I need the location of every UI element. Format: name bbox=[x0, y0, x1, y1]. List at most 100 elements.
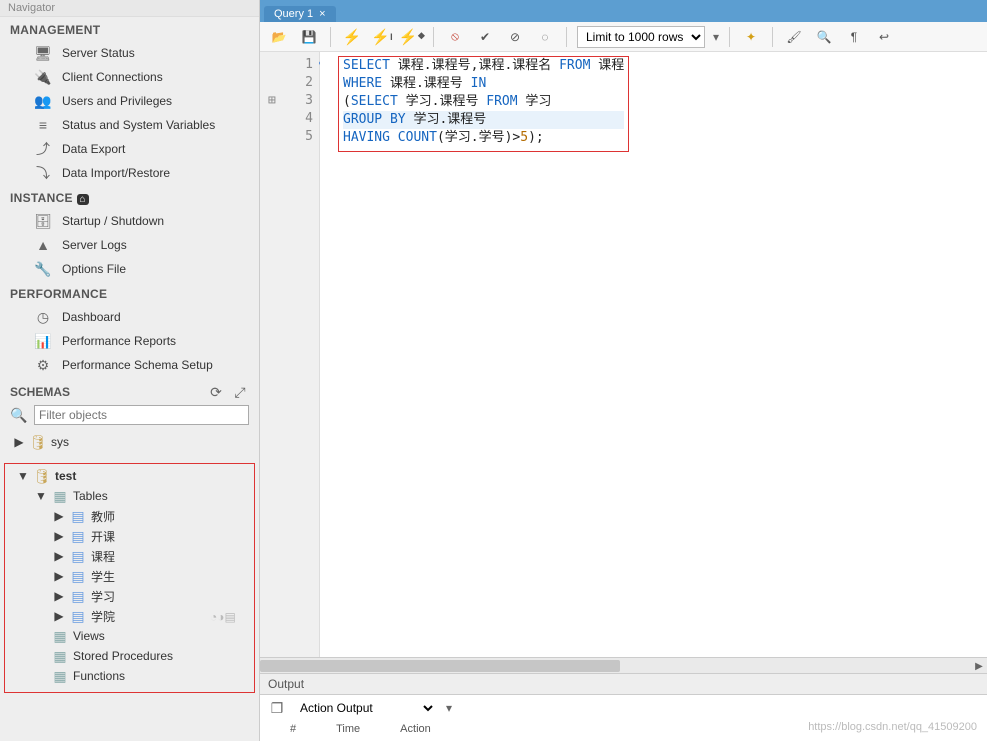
procedures-icon: ▦ bbox=[51, 647, 69, 665]
expander-icon[interactable]: ▶ bbox=[53, 569, 65, 583]
save-file-button[interactable]: 💾 bbox=[298, 26, 320, 48]
wrap-button[interactable]: ↩ bbox=[873, 26, 895, 48]
nav-label: Performance Reports bbox=[62, 334, 176, 348]
nav-startup-shutdown[interactable]: 🗄 Startup / Shutdown bbox=[8, 209, 259, 233]
functions-folder[interactable]: ▦Functions bbox=[31, 666, 246, 686]
output-mode-icon[interactable]: ❐ bbox=[268, 699, 286, 717]
close-icon[interactable]: × bbox=[319, 8, 325, 20]
nav-server-status[interactable]: 🖥Server Status bbox=[8, 41, 259, 65]
table-icon: ▤ bbox=[69, 527, 87, 545]
query-tab[interactable]: Query 1 × bbox=[264, 6, 336, 22]
nav-status-variables[interactable]: ≡Status and System Variables bbox=[8, 113, 259, 137]
expander-icon[interactable]: ▶ bbox=[53, 529, 65, 543]
separator bbox=[330, 27, 331, 47]
editor-toolbar: 📂 💾 ⚡ ⚡I ⚡❖ ⦸ ✔ ⊘ ◌ Limit to 1000 rows ▾… bbox=[260, 22, 987, 52]
separator bbox=[729, 27, 730, 47]
tree-label: 学习 bbox=[91, 588, 115, 605]
refresh-icon[interactable]: ⟳ bbox=[207, 383, 225, 401]
separator bbox=[772, 27, 773, 47]
logs-icon: ▲ bbox=[34, 236, 52, 254]
tree-label: 学生 bbox=[91, 568, 115, 585]
expander-icon[interactable]: ▶ bbox=[53, 609, 65, 623]
scroll-right-icon[interactable]: ▶ bbox=[971, 658, 987, 674]
expander-icon[interactable]: ▶ bbox=[53, 549, 65, 563]
table-item[interactable]: ▶▤学生 bbox=[49, 566, 246, 586]
nav-label: Users and Privileges bbox=[62, 94, 172, 108]
table-item[interactable]: ▶▤开课 bbox=[49, 526, 246, 546]
tree-label: test bbox=[55, 469, 76, 483]
commit-button[interactable]: ✔ bbox=[474, 26, 496, 48]
table-item[interactable]: ▶▤课程 bbox=[49, 546, 246, 566]
nav-label: Startup / Shutdown bbox=[62, 214, 164, 228]
nav-server-logs[interactable]: ▲Server Logs bbox=[8, 233, 259, 257]
tab-label: Query 1 bbox=[274, 8, 313, 20]
row-limit-select[interactable]: Limit to 1000 rows bbox=[577, 26, 705, 48]
sql-editor[interactable]: SELECT 课程.课程号,课程.课程名 FROM 课程 WHERE 课程.课程… bbox=[320, 52, 987, 657]
search-icon: 🔍 bbox=[10, 406, 28, 424]
table-icon: ▤ bbox=[69, 547, 87, 565]
nav-options-file[interactable]: 🔧Options File bbox=[8, 257, 259, 281]
tree-label: Tables bbox=[73, 489, 108, 503]
expander-icon[interactable]: ▶ bbox=[13, 435, 25, 449]
open-file-button[interactable]: 📂 bbox=[268, 26, 290, 48]
schema-test[interactable]: ▼ 🛢 test bbox=[13, 466, 246, 486]
object-info-icons[interactable]: ◔◑▤ bbox=[210, 610, 236, 624]
explain-button[interactable]: ⚡❖ bbox=[401, 26, 423, 48]
output-panel-title: Output bbox=[260, 674, 987, 695]
scrollbar-thumb[interactable] bbox=[260, 660, 620, 672]
expand-icon[interactable]: ⤢ bbox=[231, 383, 249, 401]
nav-label: Client Connections bbox=[62, 70, 163, 84]
server-icon: 🖥 bbox=[34, 44, 52, 62]
separator bbox=[566, 27, 567, 47]
tree-label: Stored Procedures bbox=[73, 649, 173, 663]
instance-icon: ⌂ bbox=[77, 194, 89, 205]
nav-client-connections[interactable]: 🔌 Client Connections bbox=[8, 65, 259, 89]
nav-users-privileges[interactable]: 👥 Users and Privileges bbox=[8, 89, 259, 113]
rollback-button[interactable]: ⊘ bbox=[504, 26, 526, 48]
expander-icon[interactable]: ▼ bbox=[17, 469, 29, 483]
col-action: Action bbox=[400, 723, 431, 735]
execute-current-button[interactable]: ⚡I bbox=[371, 26, 393, 48]
nav-perf-schema-setup[interactable]: ⚙Performance Schema Setup bbox=[8, 353, 259, 377]
toggle-invisible-button[interactable]: ¶ bbox=[843, 26, 865, 48]
stop-button[interactable]: ⦸ bbox=[444, 26, 466, 48]
instance-header: INSTANCE ⌂ bbox=[0, 185, 259, 209]
connections-icon: 🔌 bbox=[34, 68, 52, 86]
expander-icon[interactable]: ▶ bbox=[53, 589, 65, 603]
import-icon: ⤵ bbox=[34, 164, 52, 182]
watermark: https://blog.csdn.net/qq_41509200 bbox=[808, 721, 977, 733]
nav-dashboard[interactable]: ◷Dashboard bbox=[8, 305, 259, 329]
tree-label: Views bbox=[73, 629, 105, 643]
database-icon: 🛢 bbox=[29, 433, 47, 451]
table-item[interactable]: ▶▤教师 bbox=[49, 506, 246, 526]
expander-icon[interactable]: ▼ bbox=[35, 489, 47, 503]
tables-icon: ▦ bbox=[51, 487, 69, 505]
tree-label: sys bbox=[51, 435, 69, 449]
find-button[interactable]: 🔍 bbox=[813, 26, 835, 48]
tables-folder[interactable]: ▼ ▦ Tables bbox=[31, 486, 246, 506]
nav-perf-reports[interactable]: 📊 Performance Reports bbox=[8, 329, 259, 353]
expander-icon[interactable]: ▶ bbox=[53, 509, 65, 523]
tree-label: 学院 bbox=[91, 608, 115, 625]
filter-objects-input[interactable] bbox=[34, 405, 249, 425]
reports-icon: 📊 bbox=[34, 332, 52, 350]
nav-label: Options File bbox=[62, 262, 126, 276]
editor-horizontal-scrollbar[interactable]: ◀ ▶ bbox=[260, 657, 987, 673]
action-output-select[interactable]: Action Output bbox=[296, 700, 436, 716]
views-folder[interactable]: ▦ Views bbox=[31, 626, 246, 646]
schema-sys[interactable]: ▶ 🛢 sys bbox=[9, 432, 250, 452]
power-icon: 🗄 bbox=[34, 212, 52, 230]
nav-data-import[interactable]: ⤵Data Import/Restore bbox=[8, 161, 259, 185]
nav-data-export[interactable]: ⤴Data Export bbox=[8, 137, 259, 161]
beautify-button[interactable]: ✦ bbox=[740, 26, 762, 48]
col-num: # bbox=[290, 723, 296, 735]
autocommit-button[interactable]: ◌ bbox=[534, 26, 556, 48]
nav-label: Data Export bbox=[62, 142, 125, 156]
dashboard-icon: ◷ bbox=[34, 308, 52, 326]
views-icon: ▦ bbox=[51, 627, 69, 645]
brush-button[interactable]: 🖌 bbox=[783, 26, 805, 48]
execute-button[interactable]: ⚡ bbox=[341, 26, 363, 48]
procedures-folder[interactable]: ▦ Stored Procedures bbox=[31, 646, 246, 666]
users-icon: 👥 bbox=[34, 92, 52, 110]
table-item[interactable]: ▶▤学习 bbox=[49, 586, 246, 606]
